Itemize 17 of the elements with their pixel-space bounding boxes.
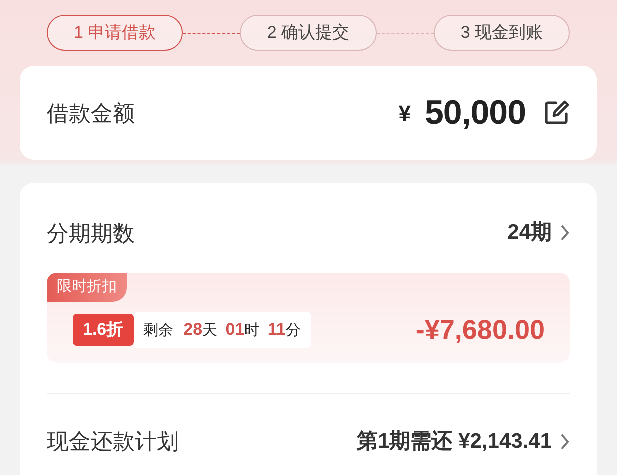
step-tab[interactable]: 2 确认提交 xyxy=(240,15,377,51)
step-tab[interactable]: 3 现金到账 xyxy=(434,15,570,51)
chevron-right-icon xyxy=(560,432,570,450)
edit-icon[interactable] xyxy=(544,100,570,126)
discount-rate-badge: 1.6折 xyxy=(73,314,134,346)
discount-amount: -¥7,680.00 xyxy=(416,314,545,346)
currency-symbol: ¥ xyxy=(398,100,411,128)
chevron-right-icon xyxy=(560,224,570,242)
step-tab[interactable]: 1 申请借款 xyxy=(47,15,184,51)
countdown-text: 剩余 28天 01时 11分 xyxy=(134,312,311,348)
installments-selector[interactable]: 24期 xyxy=(508,217,570,249)
discount-tag: 限时折扣 xyxy=(47,273,127,302)
installments-label: 分期期数 xyxy=(47,220,135,248)
repayment-plan-label: 现金还款计划 xyxy=(47,428,179,456)
repayment-plan-link[interactable]: 第1期需还 ¥2,143.41 xyxy=(357,426,570,458)
loan-amount-label: 借款金额 xyxy=(47,100,135,128)
loan-amount-value: 50,000 xyxy=(425,92,526,134)
